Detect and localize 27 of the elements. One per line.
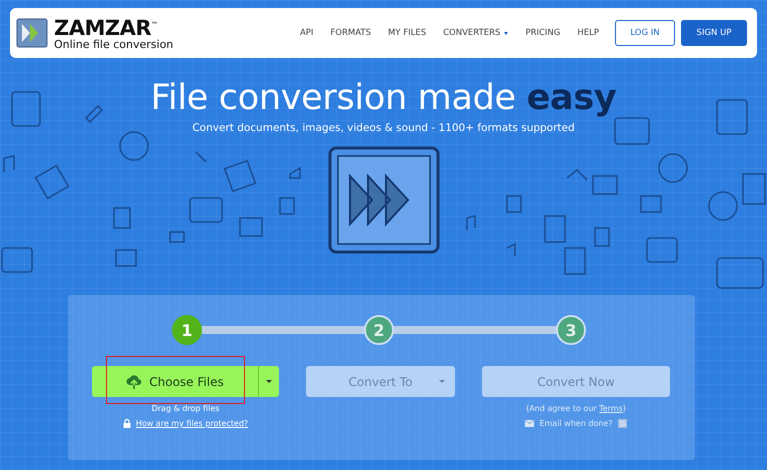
signup-button[interactable]: SIGN UP (681, 20, 747, 46)
dropdown-button[interactable] (258, 366, 279, 397)
nav-link[interactable]: FORMATS (330, 28, 371, 38)
hero-subtitle: Convert documents, images, videos & sound - 1100+ formats supported (191, 122, 576, 134)
nav-link[interactable]: HELP (577, 28, 599, 38)
caret-icon (439, 380, 445, 383)
email-label: Email when done? (539, 419, 613, 428)
nav-link[interactable]: API (300, 28, 314, 38)
cloud-upload-icon (126, 374, 142, 388)
login-button[interactable]: LOG IN (615, 20, 675, 46)
step-marker: 3 (556, 315, 586, 345)
choose-files-button[interactable]: Choose Files (92, 366, 258, 397)
logo-tagline: Online file conversion (54, 38, 174, 51)
nav-link[interactable]: CONVERTERS (443, 28, 508, 38)
envelope-icon (525, 420, 534, 427)
hero-title: File conversion made easy (150, 77, 618, 120)
step-marker: 1 (172, 315, 202, 345)
nav-link[interactable]: PRICING (525, 28, 560, 38)
lock-icon (122, 419, 131, 428)
logo-wordmark: ZAMZAR$^{™}$ (54, 15, 158, 38)
step-marker: 2 (364, 315, 394, 345)
drag-drop-hint: Drag & drop files (152, 404, 220, 413)
logo-icon (16, 18, 48, 48)
terms-note: (And agree to our Terms) (526, 404, 626, 413)
nav-link[interactable]: MY FILES (388, 28, 426, 38)
caret-icon (266, 380, 272, 383)
caret-icon (504, 32, 508, 34)
